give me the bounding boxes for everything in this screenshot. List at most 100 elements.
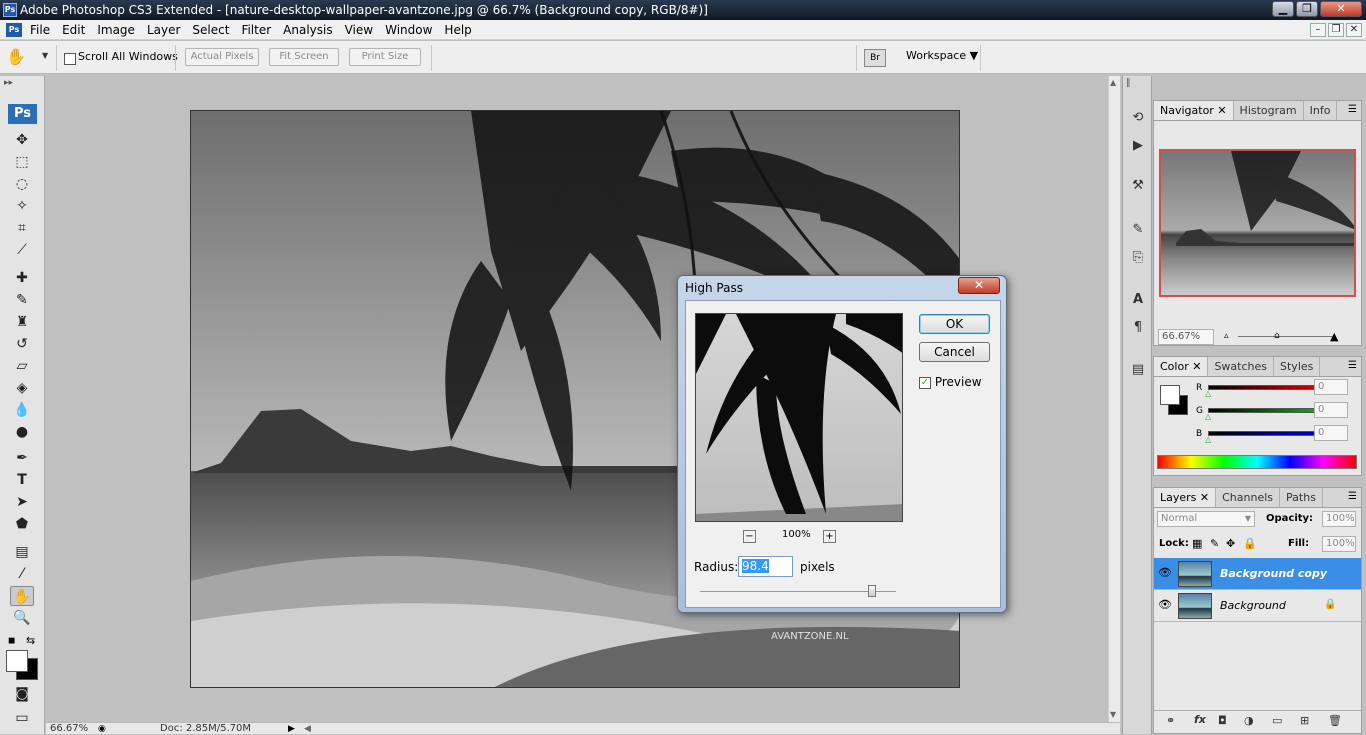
tab-styles[interactable]: Styles [1274,357,1321,376]
foreground-color-swatch[interactable] [6,650,28,672]
panel-menu-icon[interactable]: ☰ [1348,104,1357,115]
lock-all-icon[interactable]: 🔒 [1243,537,1257,550]
scroll-left-icon[interactable]: ◀ [304,723,311,735]
channel-slider-handle[interactable]: △ [1205,412,1211,421]
cancel-button[interactable]: Cancel [919,342,990,362]
status-zoom[interactable]: 66.67% [50,723,88,735]
workspace-dropdown[interactable]: Workspace ▼ [906,49,978,62]
tab-swatches[interactable]: Swatches [1208,357,1275,376]
vertical-scrollbar[interactable]: ▲ ▼ [1108,76,1120,722]
menu-select[interactable]: Select [186,20,235,40]
screen-mode-icon[interactable]: ▭ [10,708,34,728]
tab-paths[interactable]: Paths [1280,488,1323,507]
eyedropper-icon[interactable]: ⁄ [10,564,34,584]
default-colors-icon[interactable]: ◼ [8,636,15,646]
marquee-tool-icon[interactable]: ⬚ [10,152,34,172]
navigator-zoom-field[interactable]: 66.67% [1158,329,1214,345]
panel-menu-icon[interactable]: ☰ [1348,360,1357,371]
lasso-tool-icon[interactable]: ◌ [10,174,34,194]
preview-zoom-in-button[interactable]: + [823,530,836,543]
scroll-all-windows-checkbox[interactable] [64,51,76,65]
panel-menu-icon[interactable]: ☰ [1348,491,1357,502]
menu-layer[interactable]: Layer [141,20,186,40]
scroll-up-icon[interactable]: ▲ [1110,78,1116,87]
blend-mode-select[interactable]: Normal ▼ [1157,511,1255,527]
radius-input[interactable]: 98.4 [738,556,793,577]
maximize-button[interactable]: ❐ [1296,1,1318,17]
color-spectrum-bar[interactable] [1157,455,1357,469]
channel-slider-handle[interactable]: △ [1205,389,1211,398]
lock-image-icon[interactable]: ✎ [1210,537,1219,550]
tab-channels[interactable]: Channels [1216,488,1281,507]
photoshop-app-icon[interactable]: Ps [3,3,17,17]
menu-edit[interactable]: Edit [56,20,91,40]
blur-tool-icon[interactable]: 💧 [10,400,34,420]
brush-tool-icon[interactable]: ✎ [10,290,34,310]
add-mask-icon[interactable]: ◘ [1218,714,1227,727]
tab-histogram[interactable]: Histogram [1234,101,1304,120]
lock-position-icon[interactable]: ✥ [1226,537,1235,550]
hand-tool-icon[interactable]: ✋ [10,586,34,606]
crop-tool-icon[interactable]: ⌗ [10,218,34,238]
adjustment-layer-icon[interactable]: ◑ [1244,714,1254,727]
type-tool-icon[interactable]: T [10,470,34,490]
brushes-panel-icon[interactable]: ✎ [1128,220,1148,240]
path-selection-icon[interactable]: ➤ [10,492,34,512]
tab-color[interactable]: Color ✕ [1154,357,1209,376]
eraser-tool-icon[interactable]: ▱ [10,356,34,376]
layer-comps-icon[interactable]: ▤ [1128,360,1148,380]
close-button[interactable]: ✕ [1320,1,1362,17]
new-layer-icon[interactable]: ⊞ [1300,714,1309,727]
magic-wand-icon[interactable]: ✧ [10,196,34,216]
channel-slider[interactable] [1208,408,1323,413]
navigator-zoom-slider[interactable] [1238,336,1334,337]
channel-value-field[interactable]: 0 [1314,402,1348,418]
chevron-down-icon[interactable]: ▼ [42,51,48,60]
scroll-down-icon[interactable]: ▼ [1110,710,1116,719]
radius-slider-handle[interactable] [868,585,876,597]
doc-minimize-button[interactable]: – [1310,23,1326,37]
channel-value-field[interactable]: 0 [1314,379,1348,395]
menu-file[interactable]: File [24,20,56,40]
new-group-icon[interactable]: ▭ [1272,714,1282,727]
quick-mask-icon[interactable]: ◙ [10,684,34,704]
print-size-button[interactable]: Print Size [349,48,421,66]
zoom-out-icon[interactable]: ▵ [1224,331,1229,341]
radius-slider[interactable] [700,591,896,592]
filter-preview[interactable] [695,313,903,522]
link-layers-icon[interactable]: ⚭ [1166,714,1175,727]
actions-panel-icon[interactable]: ▶ [1128,136,1148,156]
channel-slider[interactable] [1208,431,1323,436]
doc-close-button[interactable]: ✕ [1346,23,1362,37]
history-panel-icon[interactable]: ⟲ [1128,108,1148,128]
minimize-button[interactable]: ▁ [1272,1,1294,17]
document-icon[interactable]: Ps [6,23,22,37]
channel-slider-handle[interactable]: △ [1205,435,1211,444]
fit-screen-button[interactable]: Fit Screen [269,48,339,66]
zoom-in-icon[interactable]: ▲ [1330,330,1338,343]
preview-zoom-out-button[interactable]: − [743,530,756,543]
navigator-thumbnail[interactable] [1159,149,1356,297]
menu-image[interactable]: Image [91,20,141,40]
color-fg-swatch[interactable] [1160,385,1180,405]
slice-tool-icon[interactable]: ⟋ [10,240,34,260]
layer-name[interactable]: Background copy [1220,567,1327,580]
healing-brush-icon[interactable]: ✚ [10,268,34,288]
tab-layers[interactable]: Layers ✕ [1154,488,1217,507]
swap-colors-icon[interactable]: ⇆ [26,634,35,647]
fill-field[interactable]: 100% [1322,536,1356,552]
character-panel-icon[interactable]: A [1128,290,1148,310]
navigator-slider-handle[interactable]: ⌂ [1274,331,1280,341]
actual-pixels-button[interactable]: Actual Pixels [185,48,259,66]
opacity-field[interactable]: 100% [1322,511,1356,527]
bridge-icon[interactable]: Br [864,49,886,67]
history-brush-icon[interactable]: ↺ [10,334,34,354]
menu-analysis[interactable]: Analysis [277,20,338,40]
pen-tool-icon[interactable]: ✒ [10,448,34,468]
status-menu-arrow-icon[interactable]: ▶ [288,723,295,735]
paragraph-panel-icon[interactable]: ¶ [1128,318,1148,338]
eye-icon[interactable]: 👁 [1158,598,1172,611]
tab-navigator[interactable]: Navigator ✕ [1154,101,1234,120]
ok-button[interactable]: OK [919,314,990,334]
doc-restore-button[interactable]: ❐ [1328,23,1344,37]
